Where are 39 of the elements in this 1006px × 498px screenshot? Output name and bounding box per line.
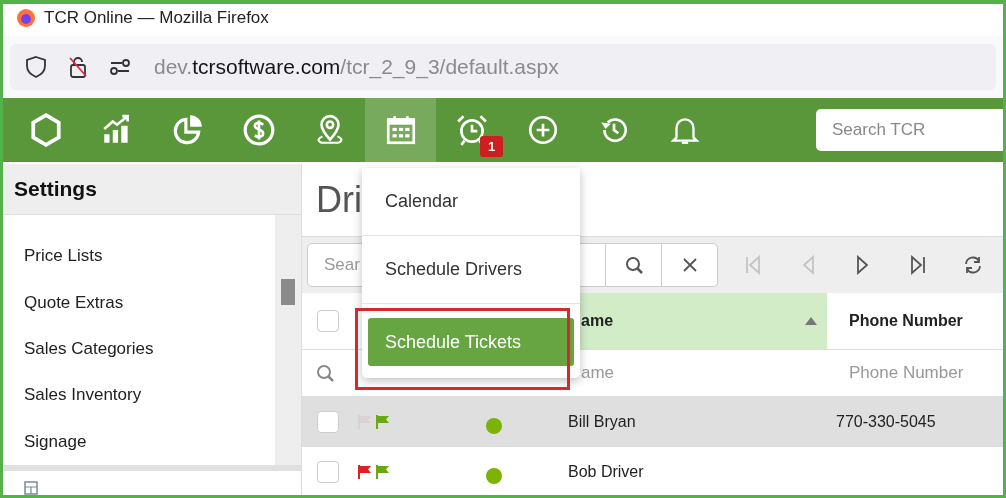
search-button[interactable] xyxy=(606,243,662,287)
sidebar-item[interactable]: Sales Inventory xyxy=(0,372,275,419)
table-cell-text: Bob Driver xyxy=(567,462,645,481)
search-icon xyxy=(314,362,336,384)
scrollbar[interactable] xyxy=(275,215,301,465)
row-checkbox[interactable] xyxy=(317,410,339,433)
menu-item[interactable]: Calendar xyxy=(362,168,580,236)
refresh-icon xyxy=(962,254,984,276)
sidebar-title: Settings xyxy=(0,164,301,215)
sidebar-item[interactable]: Price Lists xyxy=(0,233,275,280)
table-cell-text: Bill Bryan xyxy=(567,412,637,431)
table-cell-text: 770-330-5045 xyxy=(835,412,937,431)
sidebar-item[interactable]: Signage xyxy=(0,418,275,466)
nav-button[interactable]: 1 xyxy=(436,98,507,162)
nav-button[interactable] xyxy=(365,98,436,162)
table-row[interactable]: Bob Driver xyxy=(302,447,1006,497)
select-all-checkbox[interactable] xyxy=(317,310,339,332)
menu-item[interactable]: Schedule Drivers xyxy=(362,236,580,304)
page-heading: Dri xyxy=(316,179,362,221)
column-header[interactable]: Phone Number xyxy=(827,293,1006,349)
sidebar-item[interactable]: Quote Extras xyxy=(0,279,275,326)
hexagon-logo-icon xyxy=(28,113,63,147)
shield-icon[interactable] xyxy=(24,55,48,79)
search-field[interactable]: Search TCR xyxy=(816,109,1006,151)
sort-arrow-icon xyxy=(805,317,817,325)
sidebar-item[interactable]: Sales Categories xyxy=(0,325,275,373)
row-checkbox[interactable] xyxy=(317,460,339,483)
scrollbar-thumb[interactable] xyxy=(281,279,295,305)
window-title: TCR Online — Mozilla Firefox xyxy=(44,8,269,28)
url-text: dev.tcrsoftware.com/tcr_2_9_3/default.aspx xyxy=(154,55,559,79)
alarm-clock-icon xyxy=(454,113,489,147)
table-row[interactable]: Bill Bryan 770-330-5045 xyxy=(302,397,1006,447)
notification-badge: 1 xyxy=(480,136,504,157)
crossed-lock-icon[interactable] xyxy=(66,55,90,79)
grid-icon[interactable] xyxy=(24,481,38,495)
dollar-icon xyxy=(241,113,276,147)
clear-button[interactable] xyxy=(662,243,718,287)
firefox-icon xyxy=(16,8,36,28)
address-bar[interactable]: dev.tcrsoftware.com/tcr_2_9_3/default.aspx xyxy=(10,44,996,90)
